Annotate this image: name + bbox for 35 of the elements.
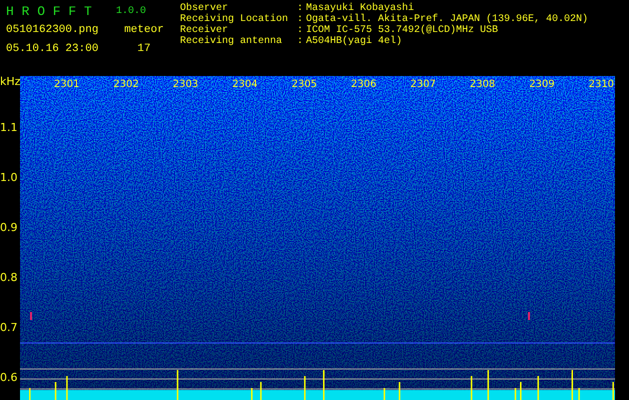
meteor-count: 17 <box>136 43 152 55</box>
info-value: Masayuki Kobayashi <box>306 3 414 14</box>
frequency-label: 0.9 <box>0 222 18 234</box>
time-label: 2302 <box>113 79 139 90</box>
time-label: 2308 <box>470 79 496 90</box>
file-name: 0510162300.png <box>6 24 100 36</box>
info-label: Receiver <box>180 25 228 36</box>
date-time: 05.10.16 23:00 <box>6 43 100 55</box>
info-value: Ogata-vill. Akita-Pref. JAPAN (139.96E, 40.02N) <box>306 14 588 25</box>
time-label: 2304 <box>232 79 258 90</box>
info-value: ICOM IC-575 53.7492(@LCD)MHz USB <box>306 25 500 36</box>
frequency-label: 0.6 <box>0 372 18 384</box>
info-colon: : <box>297 14 304 25</box>
info-colon: : <box>297 25 304 36</box>
time-label: 2301 <box>54 79 80 90</box>
info-label: Observer <box>180 3 228 14</box>
info-label: Receiving Location <box>180 14 290 25</box>
axis-unit: kHz <box>0 76 20 88</box>
time-label: 2310 <box>588 79 614 90</box>
time-label: 2309 <box>529 79 555 90</box>
info-value: A504HB(yagi 4el) <box>306 36 404 47</box>
meteor-label: meteor <box>123 24 165 36</box>
info-label: Receiving antenna <box>180 36 284 47</box>
frequency-label: 0.8 <box>0 272 18 284</box>
frequency-label: 1.1 <box>0 122 18 134</box>
frequency-label: 1.0 <box>0 172 18 184</box>
time-label: 2303 <box>172 79 198 90</box>
time-label: 2306 <box>351 79 376 90</box>
version-text: 1.0.0 <box>116 6 148 16</box>
time-label: 2305 <box>292 79 318 90</box>
app-title: H R O F F T <box>6 4 93 18</box>
info-colon: : <box>297 36 304 47</box>
frequency-label: 0.7 <box>0 322 18 334</box>
time-label: 2307 <box>410 79 436 90</box>
info-colon: : <box>297 3 304 14</box>
